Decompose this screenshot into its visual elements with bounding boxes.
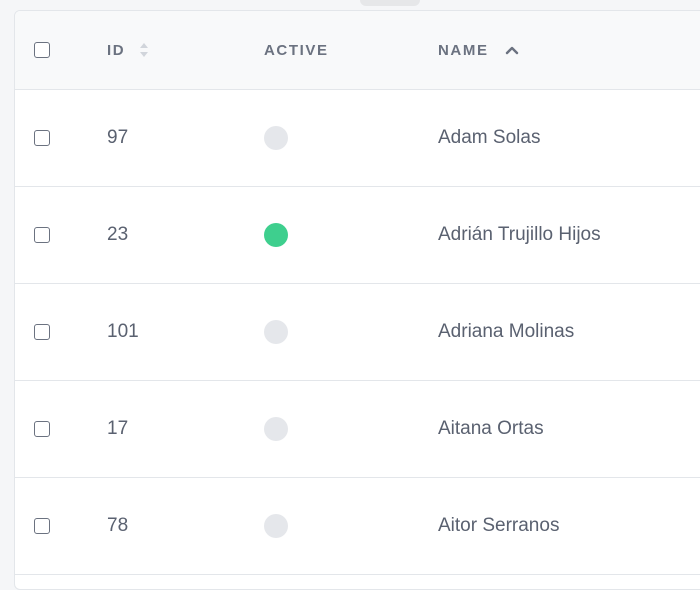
row-checkbox[interactable] bbox=[34, 421, 50, 437]
row-name: Adrián Trujillo Hijos bbox=[438, 224, 601, 245]
row-select-cell bbox=[34, 381, 50, 477]
id-cell: 17 bbox=[107, 381, 128, 477]
table-header: ID ACTIVE NAME bbox=[15, 11, 700, 90]
table-body: 97 Adam Solas 23 Adrián Trujillo Hijos 1… bbox=[15, 90, 700, 575]
table-row[interactable]: 23 Adrián Trujillo Hijos bbox=[15, 187, 700, 284]
table-row[interactable]: 78 Aitor Serranos bbox=[15, 478, 700, 575]
id-cell: 23 bbox=[107, 187, 128, 283]
table-row[interactable]: 97 Adam Solas bbox=[15, 90, 700, 187]
resource-table: ID ACTIVE NAME 97 Adam Solas 23 Adrián T… bbox=[14, 10, 700, 590]
sort-by-id-button[interactable]: ID bbox=[107, 42, 149, 59]
active-cell bbox=[264, 381, 288, 477]
row-checkbox[interactable] bbox=[34, 324, 50, 340]
row-checkbox[interactable] bbox=[34, 227, 50, 243]
sort-ascending-icon bbox=[505, 45, 519, 55]
id-cell: 78 bbox=[107, 478, 128, 574]
row-id: 78 bbox=[107, 515, 129, 536]
row-select-cell bbox=[34, 478, 50, 574]
row-name: Aitana Ortas bbox=[438, 418, 544, 439]
row-checkbox[interactable] bbox=[34, 130, 50, 146]
sort-by-name-button[interactable]: NAME bbox=[438, 42, 519, 59]
header-name-label: NAME bbox=[438, 41, 489, 59]
name-cell: Adam Solas bbox=[438, 90, 540, 186]
row-select-cell bbox=[34, 187, 50, 283]
select-all-checkbox[interactable] bbox=[34, 42, 50, 58]
row-checkbox[interactable] bbox=[34, 518, 50, 534]
header-name: NAME bbox=[438, 11, 519, 89]
inactive-status-dot bbox=[264, 514, 288, 538]
header-active-label: ACTIVE bbox=[264, 41, 329, 59]
inactive-status-dot bbox=[264, 417, 288, 441]
id-cell: 97 bbox=[107, 90, 128, 186]
select-all-cell bbox=[34, 11, 50, 89]
row-name: Adam Solas bbox=[438, 127, 541, 148]
id-cell: 101 bbox=[107, 284, 139, 380]
active-cell bbox=[264, 187, 288, 283]
active-cell bbox=[264, 90, 288, 186]
row-name: Adriana Molinas bbox=[438, 321, 575, 342]
row-select-cell bbox=[34, 284, 50, 380]
table-row[interactable]: 101 Adriana Molinas bbox=[15, 284, 700, 381]
scroll-shadow bbox=[360, 0, 420, 6]
header-id-label: ID bbox=[107, 41, 126, 59]
active-cell bbox=[264, 284, 288, 380]
row-name: Aitor Serranos bbox=[438, 515, 560, 536]
name-cell: Aitor Serranos bbox=[438, 478, 559, 574]
sort-unsorted-icon bbox=[139, 42, 149, 58]
table-row[interactable]: 17 Aitana Ortas bbox=[15, 381, 700, 478]
row-id: 23 bbox=[107, 224, 129, 245]
active-status-dot bbox=[264, 223, 288, 247]
name-cell: Adriana Molinas bbox=[438, 284, 574, 380]
inactive-status-dot bbox=[264, 126, 288, 150]
row-select-cell bbox=[34, 90, 50, 186]
name-cell: Aitana Ortas bbox=[438, 381, 544, 477]
row-id: 101 bbox=[107, 321, 139, 342]
header-id: ID bbox=[107, 11, 149, 89]
name-cell: Adrián Trujillo Hijos bbox=[438, 187, 601, 283]
inactive-status-dot bbox=[264, 320, 288, 344]
row-id: 97 bbox=[107, 127, 129, 148]
header-active: ACTIVE bbox=[264, 11, 329, 89]
active-cell bbox=[264, 478, 288, 574]
row-id: 17 bbox=[107, 418, 129, 439]
